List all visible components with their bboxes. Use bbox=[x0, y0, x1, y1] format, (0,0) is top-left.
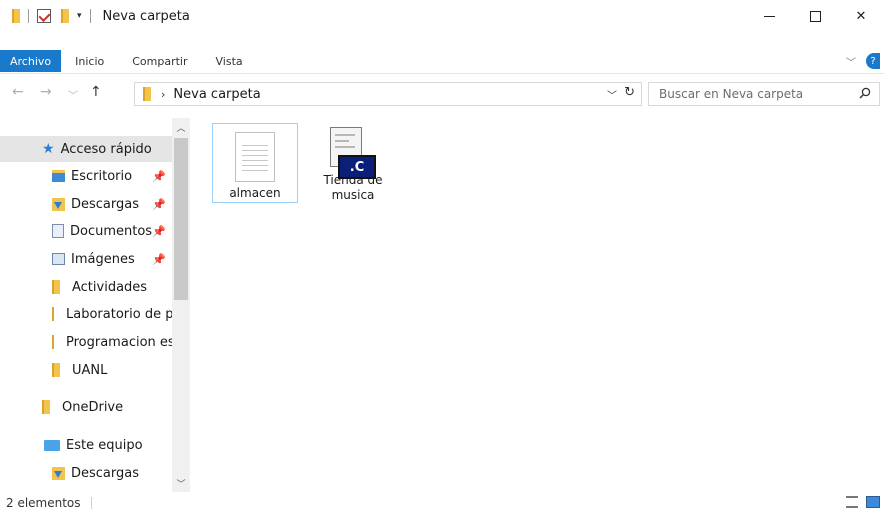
toolbar-separator bbox=[89, 9, 91, 23]
downloads-icon bbox=[52, 197, 65, 211]
sidebar-item-label: Descargas bbox=[71, 465, 140, 481]
view-switcher bbox=[846, 496, 880, 508]
file-list: almacen .C Tienda de musica bbox=[192, 118, 884, 492]
customize-toolbar-dropdown-icon[interactable]: ▾ bbox=[77, 11, 82, 21]
downloads-icon bbox=[52, 466, 65, 480]
file-item-almacen[interactable]: almacen bbox=[212, 123, 298, 203]
pin-icon[interactable]: 📌 bbox=[152, 170, 166, 183]
window-controls: ✕ bbox=[746, 0, 884, 32]
close-icon: ✕ bbox=[855, 8, 867, 24]
large-icons-view-icon[interactable] bbox=[866, 496, 880, 508]
scroll-up-chevron-icon[interactable]: ︿ bbox=[172, 118, 190, 136]
desktop-icon bbox=[52, 170, 65, 182]
help-icon[interactable]: ? bbox=[866, 53, 880, 69]
sidebar-item-label: Este equipo bbox=[66, 437, 143, 453]
scroll-down-chevron-icon[interactable]: ﹀ bbox=[172, 474, 190, 492]
title-bar: ▾ Neva carpeta ✕ bbox=[0, 0, 884, 32]
scrollbar-thumb[interactable] bbox=[174, 138, 188, 300]
expand-ribbon-chevron-icon[interactable]: ﹀ bbox=[846, 54, 856, 69]
sidebar-item-actividades[interactable]: Actividades bbox=[0, 274, 172, 300]
breadcrumb-chevron-icon[interactable]: › bbox=[161, 88, 165, 101]
minimize-button[interactable] bbox=[746, 0, 792, 32]
file-name: almacen bbox=[229, 186, 281, 200]
pin-icon[interactable]: 📌 bbox=[152, 198, 166, 211]
text-file-icon bbox=[235, 132, 275, 182]
sidebar-item-label: OneDrive bbox=[62, 399, 124, 415]
ribbon-right-controls: ﹀ ? bbox=[846, 53, 880, 69]
forward-arrow-icon[interactable]: → bbox=[40, 84, 52, 100]
refresh-icon[interactable]: ↻ bbox=[624, 85, 635, 100]
folder-icon bbox=[52, 280, 60, 294]
up-arrow-icon[interactable]: ↑ bbox=[90, 84, 102, 100]
sidebar-item-label: Actividades bbox=[72, 279, 148, 295]
new-folder-icon[interactable] bbox=[61, 9, 69, 23]
sidebar-item-escritorio[interactable]: Escritorio 📌 bbox=[0, 163, 172, 189]
address-bar[interactable]: › Neva carpeta ﹀ ↻ bbox=[134, 82, 642, 106]
sidebar-item-documentos[interactable]: Documentos 📌 bbox=[0, 218, 172, 244]
folder-icon bbox=[52, 363, 60, 377]
tab-vista[interactable]: Vista bbox=[202, 50, 257, 72]
address-dropdown-icon[interactable]: ﹀ bbox=[607, 87, 617, 102]
window-title: Neva carpeta bbox=[102, 8, 190, 24]
pin-icon[interactable]: 📌 bbox=[152, 225, 166, 238]
quick-access-toolbar: ▾ bbox=[0, 0, 99, 32]
back-arrow-icon[interactable]: ← bbox=[12, 84, 24, 100]
search-icon bbox=[859, 87, 871, 99]
minimize-icon bbox=[763, 15, 775, 17]
breadcrumb-current-folder[interactable]: Neva carpeta bbox=[173, 87, 260, 102]
onedrive-icon bbox=[42, 400, 50, 414]
sidebar-item-descargas-equipo[interactable]: Descargas bbox=[0, 460, 172, 486]
address-row: ← → ﹀ ↑ › Neva carpeta ﹀ ↻ Buscar en Nev… bbox=[0, 82, 884, 108]
c-source-file-icon: .C bbox=[328, 127, 378, 179]
sidebar-item-onedrive[interactable]: OneDrive bbox=[0, 394, 172, 420]
status-separator bbox=[90, 497, 92, 509]
tab-inicio[interactable]: Inicio bbox=[61, 50, 118, 72]
close-button[interactable]: ✕ bbox=[838, 0, 884, 32]
sidebar-item-label: Escritorio bbox=[71, 168, 133, 184]
tab-archivo[interactable]: Archivo bbox=[0, 50, 62, 72]
folder-icon bbox=[52, 307, 54, 321]
computer-icon bbox=[44, 439, 60, 451]
tab-compartir[interactable]: Compartir bbox=[118, 50, 201, 72]
sidebar-item-descargas[interactable]: Descargas 📌 bbox=[0, 191, 172, 217]
folder-icon bbox=[12, 9, 20, 23]
sidebar-item-laboratorio[interactable]: Laboratorio de p bbox=[0, 301, 172, 327]
status-bar: 2 elementos bbox=[0, 494, 884, 512]
pictures-icon bbox=[52, 253, 65, 265]
sidebar-item-uanl[interactable]: UANL bbox=[0, 357, 172, 383]
sidebar-item-label: Programacion es bbox=[66, 334, 172, 350]
search-placeholder: Buscar en Neva carpeta bbox=[659, 87, 804, 101]
recent-locations-chevron-icon[interactable]: ﹀ bbox=[68, 87, 78, 102]
ribbon-tabs: Archivo Inicio Compartir Vista ﹀ ? bbox=[0, 50, 884, 72]
sidebar-item-label: UANL bbox=[72, 362, 108, 378]
sidebar-item-label: Imágenes bbox=[71, 251, 135, 267]
sidebar-item-imagenes[interactable]: Imágenes 📌 bbox=[0, 246, 172, 272]
star-icon: ★ bbox=[42, 141, 55, 157]
toolbar-separator bbox=[28, 9, 29, 23]
file-item-tienda-de-musica[interactable]: .C Tienda de musica bbox=[310, 123, 396, 203]
sidebar-item-acceso-rapido[interactable]: ★ Acceso rápido bbox=[0, 136, 172, 162]
maximize-button[interactable] bbox=[792, 0, 838, 32]
folder-icon bbox=[52, 335, 54, 349]
sidebar-item-este-equipo[interactable]: Este equipo bbox=[0, 432, 172, 458]
sidebar-scrollbar[interactable]: ︿ ﹀ bbox=[172, 118, 190, 492]
details-view-icon[interactable] bbox=[846, 496, 858, 508]
maximize-icon bbox=[809, 10, 821, 22]
documents-icon bbox=[52, 224, 64, 238]
sidebar-item-programacion[interactable]: Programacion es bbox=[0, 329, 172, 355]
item-count: 2 elementos bbox=[6, 496, 81, 510]
properties-check-icon[interactable] bbox=[37, 9, 51, 23]
sidebar-item-label: Descargas bbox=[71, 196, 140, 212]
ribbon-divider bbox=[0, 73, 884, 74]
sidebar-item-label: Acceso rápido bbox=[60, 141, 152, 157]
navigation-pane: ★ Acceso rápido Escritorio 📌 Descargas 📌… bbox=[0, 118, 190, 492]
sidebar-item-label: Documentos bbox=[70, 223, 153, 239]
sidebar-item-label: Laboratorio de p bbox=[66, 306, 172, 322]
folder-icon bbox=[143, 87, 151, 101]
search-input[interactable]: Buscar en Neva carpeta bbox=[648, 82, 880, 106]
pin-icon[interactable]: 📌 bbox=[152, 253, 166, 266]
